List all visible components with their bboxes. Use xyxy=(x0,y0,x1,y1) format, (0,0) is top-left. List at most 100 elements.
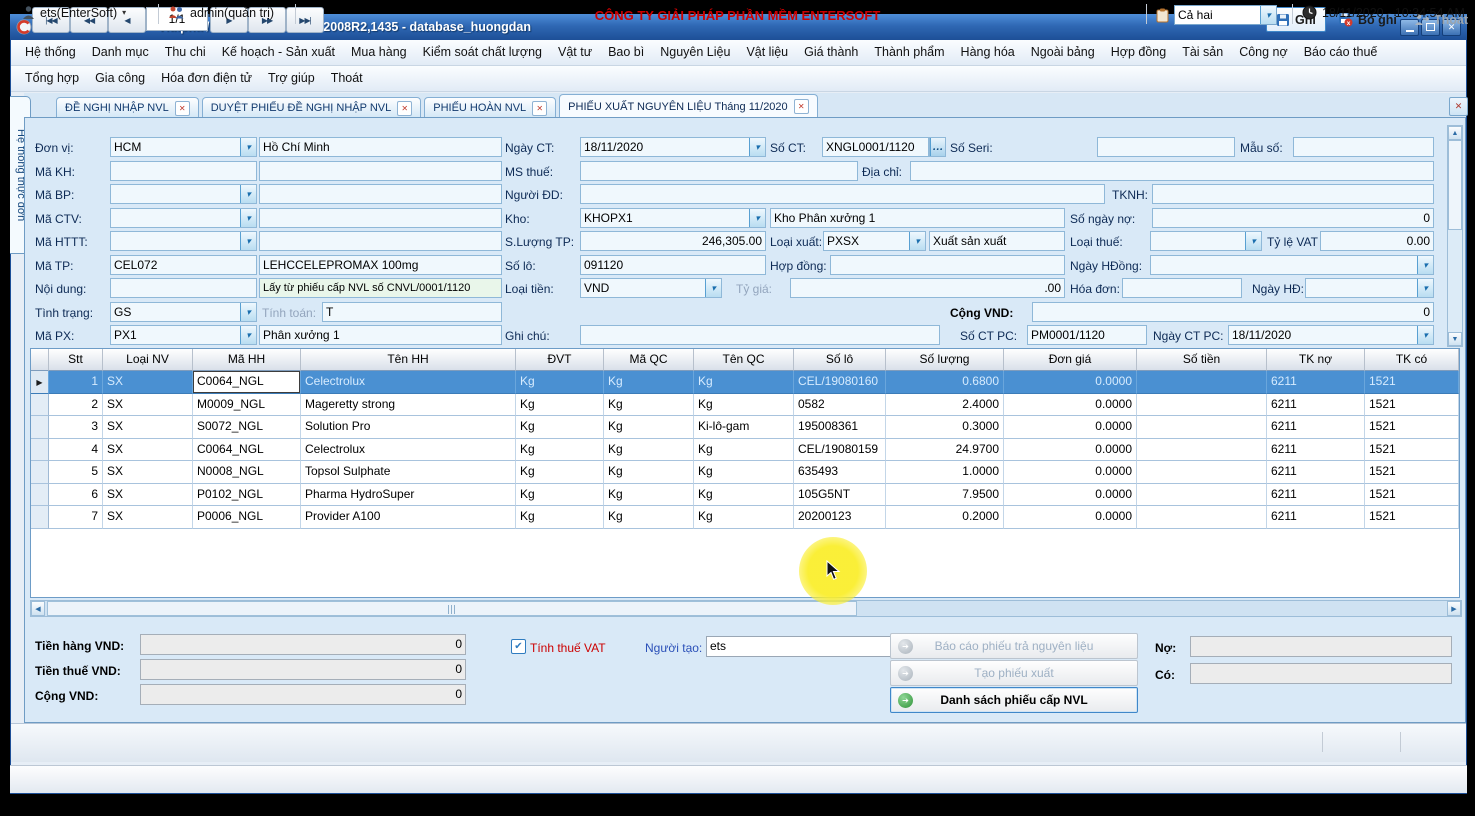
grid-cell[interactable]: Celectrolux xyxy=(301,439,516,462)
scroll-right-icon[interactable] xyxy=(1447,601,1461,616)
chevron-down-icon[interactable] xyxy=(909,232,925,250)
menu-item[interactable]: Tài sản xyxy=(1174,40,1231,65)
ma-httt-combo[interactable] xyxy=(110,231,257,251)
chevron-down-icon[interactable] xyxy=(1260,6,1276,24)
column-header[interactable]: Mã QC xyxy=(604,349,694,371)
column-header[interactable]: Số lô xyxy=(794,349,886,371)
grid-cell[interactable]: Kg xyxy=(516,439,604,462)
grid-cell[interactable]: 1521 xyxy=(1365,416,1459,439)
ty-le-vat-field[interactable]: 0.00 xyxy=(1320,231,1434,251)
chevron-down-icon[interactable] xyxy=(749,138,765,156)
grid-cell[interactable]: 0.6800 xyxy=(886,371,1004,394)
noi-dung-note-field[interactable]: Lấy từ phiếu cấp NVL số CNVL/0001/1120 xyxy=(259,278,502,298)
ten-tp-field[interactable]: LEHCCELEPROMAX 100mg xyxy=(259,255,502,275)
grid-cell[interactable]: SX xyxy=(103,394,193,417)
grid-cell[interactable]: Kg xyxy=(694,506,794,529)
ma-tp-field[interactable]: CEL072 xyxy=(110,255,257,275)
grid-cell[interactable]: 6211 xyxy=(1267,439,1365,462)
grid-cell[interactable]: Kg xyxy=(694,484,794,507)
loai-xuat-combo[interactable]: PXSX xyxy=(823,231,926,251)
ten-px-field[interactable]: Phân xưởng 1 xyxy=(259,325,502,345)
ten-httt-field[interactable] xyxy=(259,231,502,251)
grid-cell[interactable]: P0006_NGL xyxy=(193,506,301,529)
tab-strip-close-button[interactable] xyxy=(1449,97,1468,116)
menu-item[interactable]: Thành phẩm xyxy=(866,40,952,65)
menu-item[interactable]: Hợp đồng xyxy=(1103,40,1174,65)
menu-item[interactable]: Vật tư xyxy=(550,40,600,65)
kho-combo[interactable]: KHOPX1 xyxy=(580,208,766,228)
chevron-down-icon[interactable] xyxy=(705,279,721,297)
grid-cell[interactable]: Kg xyxy=(516,394,604,417)
grid-cell[interactable]: M0009_NGL xyxy=(193,394,301,417)
column-header[interactable]: TK nợ xyxy=(1267,349,1365,371)
grid-cell[interactable]: 1.0000 xyxy=(886,461,1004,484)
grid-cell[interactable]: 0.0000 xyxy=(1004,461,1137,484)
grid-cell[interactable]: 0.0000 xyxy=(1004,439,1137,462)
grid-cell[interactable] xyxy=(1137,394,1267,417)
scroll-left-icon[interactable] xyxy=(31,601,45,616)
scrollbar-thumb[interactable] xyxy=(47,601,857,616)
grid-cell[interactable]: P0102_NGL xyxy=(193,484,301,507)
tinh-trang-combo[interactable]: GS xyxy=(110,302,257,322)
grid-cell[interactable]: 1 xyxy=(49,371,103,394)
grid-cell[interactable]: Kg xyxy=(516,506,604,529)
ma-px-combo[interactable]: PX1 xyxy=(110,325,257,345)
chevron-down-icon[interactable] xyxy=(240,303,256,321)
grid-cell[interactable]: Kg xyxy=(604,484,694,507)
column-header[interactable]: Mã HH xyxy=(193,349,301,371)
chevron-down-icon[interactable] xyxy=(240,232,256,250)
tab-1[interactable]: ĐỀ NGHỊ NHẬP NVL xyxy=(56,97,199,118)
grid-cell[interactable]: 0.0000 xyxy=(1004,371,1137,394)
menu-item[interactable]: Gia công xyxy=(87,66,153,91)
column-header[interactable]: Đơn giá xyxy=(1004,349,1137,371)
grid-cell[interactable]: Mageretty strong xyxy=(301,394,516,417)
grid-cell[interactable]: Kg xyxy=(604,461,694,484)
chevron-down-icon[interactable] xyxy=(749,209,765,227)
grid-cell[interactable]: SX xyxy=(103,484,193,507)
grid-cell[interactable] xyxy=(1137,439,1267,462)
ma-kh-field[interactable] xyxy=(110,161,257,181)
grid-cell[interactable]: S0072_NGL xyxy=(193,416,301,439)
grid-cell[interactable]: 6211 xyxy=(1267,371,1365,394)
grid-cell[interactable]: Kg xyxy=(604,506,694,529)
grid-horizontal-scrollbar[interactable] xyxy=(30,600,1462,617)
grid-cell[interactable]: 7 xyxy=(49,506,103,529)
tknh-field[interactable] xyxy=(1152,184,1434,204)
grid-cell[interactable]: 6211 xyxy=(1267,506,1365,529)
column-header[interactable]: Số lượng xyxy=(886,349,1004,371)
nguoi-dd-field[interactable] xyxy=(580,184,1105,204)
grid-cell[interactable]: 1521 xyxy=(1365,439,1459,462)
grid-cell[interactable]: SX xyxy=(103,416,193,439)
grid-cell[interactable]: 20200123 xyxy=(794,506,886,529)
chevron-down-icon[interactable] xyxy=(1417,279,1433,297)
ngay-hd-picker[interactable] xyxy=(1305,278,1434,298)
grid-cell[interactable]: 1521 xyxy=(1365,394,1459,417)
chevron-down-icon[interactable] xyxy=(1245,232,1261,250)
table-row[interactable]: 5SXN0008_NGLTopsol SulphateKgKgKg6354931… xyxy=(31,461,1459,484)
ma-ctv-combo[interactable] xyxy=(110,208,257,228)
sluong-tp-field[interactable]: 246,305.00 xyxy=(580,231,766,251)
tinh-toan-field[interactable]: T xyxy=(322,302,502,322)
menu-item[interactable]: Bao bì xyxy=(600,40,652,65)
so-lo-field[interactable]: 091120 xyxy=(580,255,766,275)
menu-item[interactable]: Thu chi xyxy=(157,40,214,65)
ma-bp-combo[interactable] xyxy=(110,184,257,204)
tab-2[interactable]: DUYỆT PHIẾU ĐỀ NGHỊ NHẬP NVL xyxy=(202,97,422,118)
so-ct-browse-button[interactable] xyxy=(929,137,946,157)
ty-gia-field[interactable]: .00 xyxy=(790,278,1065,298)
chevron-down-icon[interactable] xyxy=(240,185,256,203)
grid-cell[interactable]: 2 xyxy=(49,394,103,417)
grid-cell[interactable] xyxy=(1137,371,1267,394)
dia-chi-field[interactable] xyxy=(910,161,1434,181)
table-row[interactable]: 4SXC0064_NGLCelectroluxKgKgKgCEL/1908015… xyxy=(31,439,1459,462)
column-header[interactable]: Số tiền xyxy=(1137,349,1267,371)
ten-bp-field[interactable] xyxy=(259,184,502,204)
grid-cell[interactable]: 105G5NT xyxy=(794,484,886,507)
grid-cell[interactable]: 0.2000 xyxy=(886,506,1004,529)
tab-4[interactable]: PHIẾU XUẤT NGUYÊN LIỆU Tháng 11/2020 xyxy=(559,94,818,118)
grid-cell[interactable]: 6 xyxy=(49,484,103,507)
scroll-down-icon[interactable] xyxy=(1448,332,1462,346)
grid-cell[interactable]: 195008361 xyxy=(794,416,886,439)
table-row[interactable]: 2SXM0009_NGLMageretty strongKgKgKg05822.… xyxy=(31,394,1459,417)
grid-cell[interactable]: 6211 xyxy=(1267,394,1365,417)
